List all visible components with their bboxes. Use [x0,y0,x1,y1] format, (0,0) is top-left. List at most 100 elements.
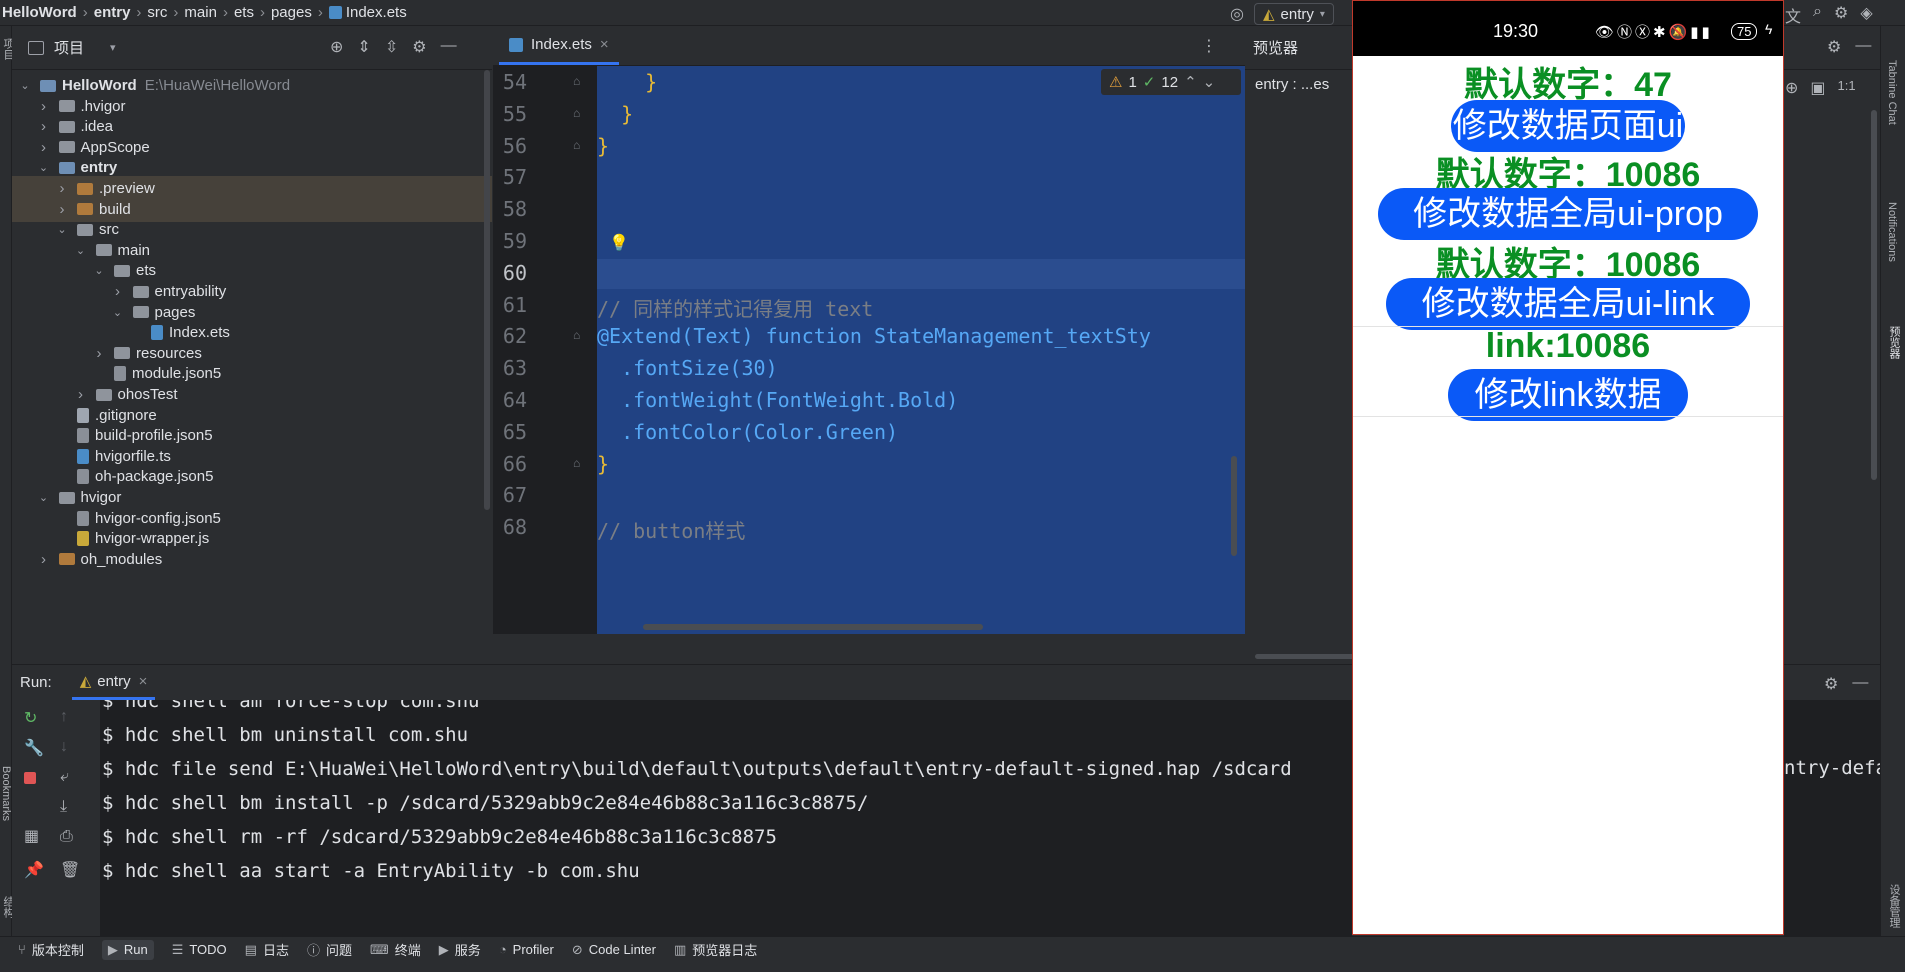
strip-previewer[interactable]: 预览器 [1886,326,1902,359]
minimize-icon[interactable]: — [1855,37,1871,57]
code-line[interactable]: .fontSize(30) [597,356,778,380]
logo-icon[interactable]: ◈ [1860,3,1872,27]
scroll-end-icon[interactable]: ⤓ [60,798,67,816]
target-icon[interactable]: ◎ [1230,4,1244,24]
tool-log[interactable]: ▤ 日志 [245,940,289,959]
gear-icon[interactable]: ⚙ [1824,674,1838,694]
editor-h-scrollbar[interactable] [643,624,983,630]
tool-profiler[interactable]: ◔ Profiler [499,942,554,957]
phone-button[interactable]: 修改数据全局ui-link [1386,278,1750,330]
chevron-down-icon[interactable]: ⌄ [92,264,106,277]
expand-all-icon[interactable]: ⇕ [357,37,370,57]
phone-button[interactable]: 修改数据页面ui [1451,100,1685,152]
chevron-down-icon[interactable]: ⌄ [55,223,69,236]
close-icon[interactable]: × [139,673,148,690]
chevron-right-icon[interactable]: › [37,139,51,156]
minimize-icon[interactable]: — [1852,674,1868,694]
tab-index-ets[interactable]: Index.ets × [499,27,619,65]
chevron-right-icon[interactable]: › [111,283,125,300]
breadcrumb-item[interactable]: main [184,4,217,21]
tool-linter[interactable]: ⊘ Code Linter [572,942,656,958]
tree-item[interactable]: › oh_modules [12,547,492,572]
locate-icon[interactable]: ⊕ [330,37,343,57]
more-icon[interactable]: ⋮ [1201,36,1217,56]
phone-button[interactable]: 修改数据全局ui-prop [1378,188,1758,240]
chevron-down-icon[interactable]: ⌄ [74,244,88,257]
fold-icon[interactable]: ⌂ [573,138,580,152]
code-editor[interactable]: 54 55 56 57 58 59 60 61 62 63 64 65 66 67 68 ⌂ ⌂ ⌂ ⌂ ⌂ } }}… [493,66,1245,634]
strip-tabnine[interactable]: Tabnine Chat [1886,60,1898,125]
code-line[interactable]: } [597,102,633,126]
pin-icon[interactable]: 📌 [24,860,44,880]
run-console-right[interactable]: ntry-defa [1784,700,1880,936]
tool-preview-log[interactable]: ▥ 预览器日志 [674,940,757,959]
chevron-down-icon[interactable]: ⌄ [37,491,51,504]
fold-icon[interactable]: ⌂ [573,328,580,342]
device-preview[interactable]: 19:30 👁ⓃⓍ✱🔕▮▮ 75 ϟ 默认数字：47 修改数据页面ui 默认数字：1… [1352,0,1784,935]
strip-device-manager[interactable]: 设备管理 [1886,884,1902,928]
chevron-right-icon[interactable]: › [37,118,51,135]
strip-notifications[interactable]: Notifications [1886,202,1898,262]
layout-icon[interactable]: ▦ [24,826,39,846]
zoom-icon[interactable]: ⊕ [1785,78,1798,98]
wrench-icon[interactable]: 🔧 [24,738,44,758]
gear-icon[interactable]: ⚙ [1834,3,1848,27]
close-icon[interactable]: × [600,36,609,53]
breadcrumb-item[interactable]: entry [94,4,131,21]
fold-icon[interactable]: ⌂ [573,456,580,470]
stop-icon[interactable] [24,772,36,784]
trash-icon[interactable]: 🗑 [60,860,80,880]
arrow-down-icon[interactable]: ↓ [60,738,68,756]
breadcrumb-item[interactable]: HelloWord [2,4,77,21]
chevron-right-icon[interactable]: › [55,180,69,197]
chevron-down-icon[interactable]: ⌄ [111,306,125,319]
breadcrumb-item[interactable]: pages [271,4,312,21]
chevron-up-icon[interactable]: ⌃ [1184,73,1197,91]
code-line[interactable]: // button样式 [597,515,745,544]
chevron-right-icon[interactable]: › [55,201,69,218]
fold-icon[interactable]: ⌂ [573,74,580,88]
fit-icon[interactable]: ▣ [1810,78,1825,98]
chevron-down-icon[interactable]: ▾ [110,41,116,54]
breadcrumb-item[interactable]: src [147,4,167,21]
chevron-down-icon[interactable]: ⌄ [1203,73,1216,91]
code-line[interactable]: } [597,70,657,94]
tool-services[interactable]: ▶ 服务 [439,940,481,959]
strip-bookmarks[interactable]: Bookmarks [0,766,12,821]
run-tab-entry[interactable]: ◭ entry × [71,666,156,700]
tool-run[interactable]: ▶ Run [101,939,154,960]
ratio-icon[interactable]: 1:1 [1838,78,1856,98]
chevron-down-icon[interactable]: ⌄ [37,161,51,174]
project-title[interactable]: 项目 [54,37,84,58]
lightbulb-icon[interactable]: 💡 [609,233,629,253]
editor-scrollbar[interactable] [1231,456,1237,556]
soft-wrap-icon[interactable]: ⤶ [60,768,69,786]
collapse-all-icon[interactable]: ⇳ [385,37,398,57]
breadcrumb-item[interactable]: ets [234,4,254,21]
tool-problems[interactable]: ⓘ 问题 [307,940,352,959]
breadcrumb-item[interactable]: Index.ets [346,4,407,21]
code-line[interactable]: @Extend(Text) function StateManagement_t… [597,324,1151,348]
previewer-device-label[interactable]: entry : ...es [1255,76,1329,93]
code-area[interactable]: } }} // 同样的样式记得复用 text @Extend(Text) funct… [597,66,1245,634]
code-line[interactable]: .fontWeight(FontWeight.Bold) [597,388,958,412]
chevron-right-icon[interactable]: › [74,386,88,403]
gear-icon[interactable]: ⚙ [412,37,426,57]
rerun-icon[interactable]: ↻ [24,708,37,728]
run-console[interactable]: $ hdc shell am force-stop com.shu $ hdc s… [100,700,1352,936]
tree-scrollbar[interactable] [484,70,490,510]
previewer-h-scrollbar[interactable] [1255,654,1355,659]
run-config-select[interactable]: ◭ entry ▾ [1253,3,1334,25]
code-line[interactable]: } [597,134,609,158]
chevron-right-icon[interactable]: › [37,551,51,568]
print-icon[interactable]: ⎙ [60,828,73,846]
chevron-right-icon[interactable]: › [92,345,106,362]
code-line[interactable]: .fontColor(Color.Green) [597,420,898,444]
translate-icon[interactable]: 文 [1785,3,1801,27]
chevron-down-icon[interactable]: ⌄ [18,79,32,92]
tool-list[interactable]: ☰ TODO [172,942,227,958]
previewer-scrollbar[interactable] [1871,110,1877,480]
phone-button[interactable]: 修改link数据 [1448,369,1688,421]
tool-terminal[interactable]: ⌨ 终端 [370,940,421,959]
inspection-widget[interactable]: ⚠ 1 ✓ 12 ⌃ ⌄ [1101,69,1241,95]
